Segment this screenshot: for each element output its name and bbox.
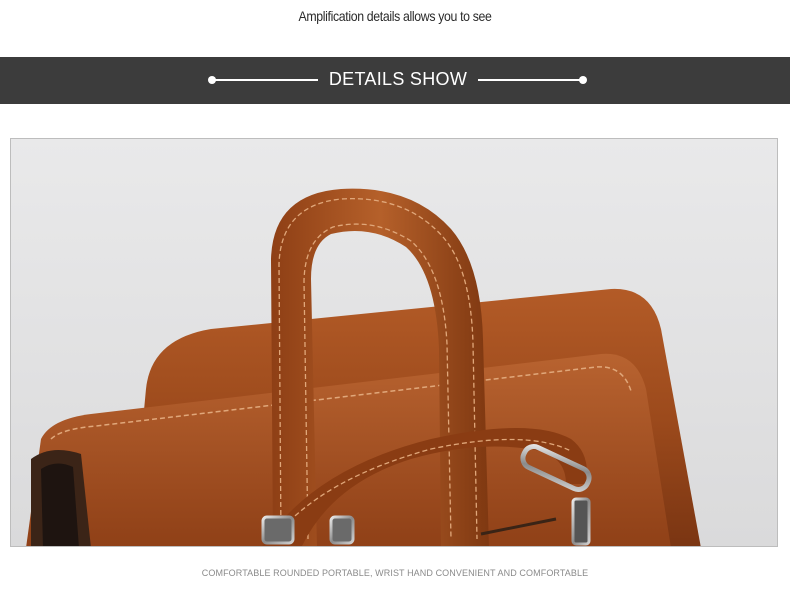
leather-bag-illustration xyxy=(26,188,701,546)
banner-right-dot xyxy=(579,76,587,84)
banner-right-line xyxy=(478,79,584,81)
banner-title: DETAILS SHOW xyxy=(328,69,468,89)
top-caption: Amplification details allows you to see xyxy=(298,8,492,24)
section-banner: DETAILS SHOW xyxy=(0,57,790,104)
bottom-caption: COMFORTABLE ROUNDED PORTABLE, WRIST HAND… xyxy=(201,568,589,578)
product-detail-photo xyxy=(10,138,778,547)
banner-left-line xyxy=(212,79,318,81)
